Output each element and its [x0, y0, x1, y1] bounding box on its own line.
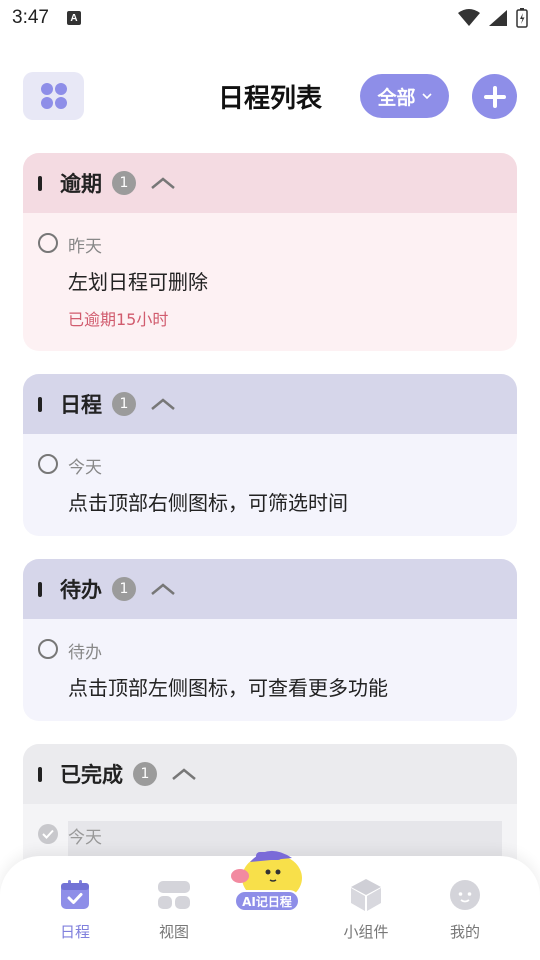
notification-a-icon: A — [66, 11, 81, 25]
checked-circle-icon[interactable] — [38, 824, 58, 844]
section-header[interactable]: 已完成 1 — [23, 744, 517, 804]
status-icons — [458, 8, 528, 28]
profile-icon — [450, 880, 480, 910]
plus-icon — [483, 85, 506, 108]
chevron-down-icon — [421, 93, 432, 99]
section-header[interactable]: 日程 1 — [23, 374, 517, 434]
signal-icon — [489, 10, 507, 26]
section-marker — [38, 175, 42, 191]
tab-schedule[interactable]: 日程 — [35, 878, 115, 942]
section-todo: 待办 1 待办 点击顶部左侧图标，可查看更多功能 — [23, 559, 517, 721]
section-label: 已完成 — [60, 763, 123, 787]
time-filter-button[interactable]: 全部 — [360, 74, 449, 118]
section-label: 日程 — [60, 393, 102, 417]
item-date: 今天 — [68, 458, 102, 478]
checkbox-circle[interactable] — [38, 233, 58, 253]
section-label: 逾期 — [60, 172, 102, 196]
section-count-badge: 1 — [112, 392, 136, 416]
chevron-up-icon[interactable] — [150, 176, 176, 190]
tab-label: 视图 — [158, 923, 189, 941]
battery-icon — [516, 8, 528, 28]
tab-label: 小组件 — [343, 923, 389, 941]
section-overdue: 逾期 1 昨天 左划日程可删除 已逾期15小时 — [23, 153, 517, 351]
section-count-badge: 1 — [112, 577, 136, 601]
section-header[interactable]: 待办 1 — [23, 559, 517, 619]
item-title: 点击顶部右侧图标，可筛选时间 — [68, 491, 348, 515]
status-time: 3:47 — [12, 7, 49, 28]
tab-ai-schedule[interactable]: AI记日程 — [226, 848, 310, 928]
status-bar: 3:47 A — [0, 0, 540, 36]
tab-profile[interactable]: 我的 — [425, 878, 505, 942]
list-item[interactable]: 今天 点击顶部右侧图标，可筛选时间 — [23, 434, 517, 536]
section-marker — [38, 766, 42, 782]
item-date: 待办 — [68, 643, 102, 663]
section-label: 待办 — [60, 578, 102, 602]
item-date: 今天 — [68, 828, 102, 848]
section-count-badge: 1 — [133, 762, 157, 786]
chevron-up-icon[interactable] — [150, 582, 176, 596]
bottom-tab-bar: 日程 视图 AI记日程 小组件 我的 — [0, 850, 540, 960]
header: 日程列表 全部 — [0, 70, 540, 122]
item-title: 左划日程可删除 — [68, 270, 208, 294]
list-item[interactable]: 待办 点击顶部左侧图标，可查看更多功能 — [23, 619, 517, 721]
tab-widgets[interactable]: 小组件 — [326, 878, 406, 942]
item-title: 点击顶部左侧图标，可查看更多功能 — [68, 676, 388, 700]
tab-view[interactable]: 视图 — [134, 878, 214, 942]
add-schedule-button[interactable] — [472, 74, 517, 119]
section-marker — [38, 581, 42, 597]
chevron-up-icon[interactable] — [171, 767, 197, 781]
item-date: 昨天 — [68, 237, 102, 257]
section-schedule: 日程 1 今天 点击顶部右侧图标，可筛选时间 — [23, 374, 517, 536]
tab-label: 日程 — [59, 923, 90, 941]
cube-icon — [351, 879, 381, 911]
list-item[interactable]: 昨天 左划日程可删除 已逾期15小时 — [23, 213, 517, 351]
chevron-up-icon[interactable] — [150, 397, 176, 411]
calendar-icon — [61, 880, 89, 909]
checkbox-circle[interactable] — [38, 639, 58, 659]
section-marker — [38, 396, 42, 412]
page-title: 日程列表 — [217, 84, 322, 114]
overdue-text: 已逾期15小时 — [68, 310, 169, 329]
section-header[interactable]: 逾期 1 — [23, 153, 517, 213]
ai-tab-label: AI记日程 — [234, 890, 300, 912]
wifi-icon — [458, 9, 480, 26]
grid-view-icon — [158, 881, 190, 909]
section-count-badge: 1 — [112, 171, 136, 195]
filter-label: 全部 — [377, 86, 416, 109]
checkbox-circle[interactable] — [38, 454, 58, 474]
tab-label: 我的 — [449, 923, 480, 941]
